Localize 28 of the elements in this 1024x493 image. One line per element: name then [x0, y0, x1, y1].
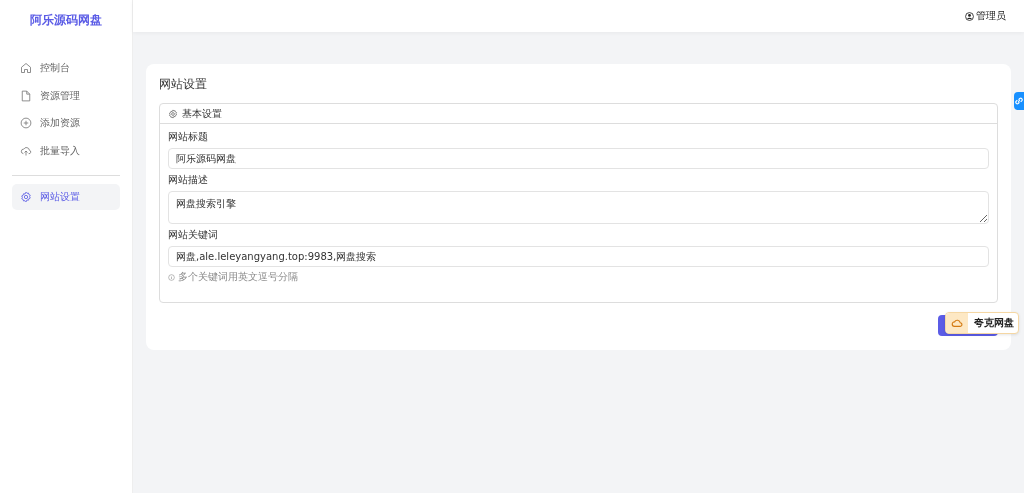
user-menu[interactable]: 管理员 — [965, 9, 1006, 23]
field-label: 网站描述 — [168, 173, 209, 187]
site-logo-text: 阿乐源码网盘 — [29, 12, 103, 29]
field-label: 网站关键词 — [168, 228, 219, 242]
input-field[interactable]: 阿乐源码网盘 — [168, 148, 989, 169]
floating-toast[interactable]: 夸克网盘 — [945, 312, 1019, 334]
user-icon — [965, 11, 974, 21]
textarea-field[interactable]: 网盘搜索引擎 — [168, 191, 989, 224]
widget-label: 夸克网盘 — [973, 316, 1014, 330]
sidebar-item[interactable]: 添加资源 — [12, 110, 120, 136]
sidebar-item[interactable]: 批量导入 — [12, 137, 120, 164]
settings-icon — [20, 190, 32, 203]
sidebar-item[interactable]: 控制台 — [12, 55, 120, 81]
info-icon — [168, 273, 175, 281]
cloud-icon — [951, 317, 963, 329]
page-title: 网站设置 — [159, 76, 208, 93]
hint-text: 多个关键词用英文逗号分隔 — [178, 270, 298, 284]
link-side-tab[interactable] — [1014, 92, 1024, 110]
plus-circle-icon — [20, 117, 32, 129]
input-field[interactable]: 网盘,ale.leleyangyang.top:9983,网盘搜索 — [168, 246, 989, 267]
settings-icon — [168, 108, 178, 119]
field-label: 网站标题 — [168, 130, 209, 144]
sidebar-item[interactable]: 网站设置 — [12, 183, 120, 210]
home-icon — [20, 62, 32, 74]
cloud-upload-icon — [20, 144, 32, 157]
file-icon — [20, 89, 32, 102]
section-title: 基本设置 — [182, 106, 222, 121]
sidebar-item[interactable]: 资源管理 — [12, 82, 120, 109]
